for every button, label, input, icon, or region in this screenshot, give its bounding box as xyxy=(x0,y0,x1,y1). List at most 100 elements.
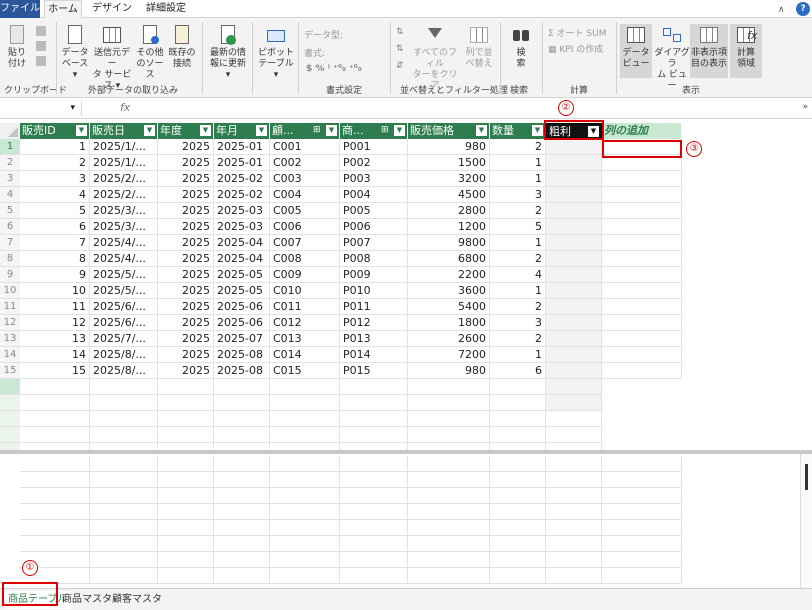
table-cell[interactable]: 2025 xyxy=(158,139,214,155)
table-cell[interactable] xyxy=(20,411,90,427)
table-cell[interactable] xyxy=(546,251,602,267)
table-cell[interactable] xyxy=(602,347,682,363)
col-header-sales-id[interactable]: 販売ID ▼ xyxy=(20,123,90,139)
table-cell[interactable]: 2025-08 xyxy=(214,347,270,363)
calc-area-cell[interactable] xyxy=(340,456,408,472)
col-header-year[interactable]: 年度 ▼ xyxy=(158,123,214,139)
row-header[interactable]: 6 xyxy=(0,219,20,235)
table-cell[interactable]: 2025 xyxy=(158,251,214,267)
table-cell[interactable] xyxy=(90,427,158,443)
calc-area-cell[interactable] xyxy=(546,456,602,472)
table-cell[interactable] xyxy=(214,395,270,411)
table-cell[interactable]: 2025 xyxy=(158,203,214,219)
table-cell[interactable]: P003 xyxy=(340,171,408,187)
calc-area-cell[interactable] xyxy=(214,456,270,472)
table-cell[interactable]: 11 xyxy=(20,299,90,315)
table-cell[interactable] xyxy=(158,427,214,443)
calc-area-cell[interactable] xyxy=(546,472,602,488)
table-cell[interactable]: 2025-05 xyxy=(214,267,270,283)
table-cell[interactable] xyxy=(602,251,682,267)
calc-area-cell[interactable] xyxy=(270,456,340,472)
calc-area-cell[interactable] xyxy=(90,456,158,472)
calc-area-cell[interactable] xyxy=(214,552,270,568)
table-cell[interactable]: C012 xyxy=(270,315,340,331)
calc-area-cell[interactable] xyxy=(340,472,408,488)
filter-dropdown-icon[interactable]: ▼ xyxy=(326,125,337,136)
calc-area-cell[interactable] xyxy=(270,472,340,488)
table-cell[interactable] xyxy=(214,379,270,395)
sort-ascending-icon[interactable]: ⇅ xyxy=(396,24,408,41)
col-header-price[interactable]: 販売価格 ▼ xyxy=(408,123,490,139)
name-box-dropdown-icon[interactable]: ▾ xyxy=(70,103,75,113)
table-cell[interactable]: 2 xyxy=(490,139,546,155)
calc-area-cell[interactable] xyxy=(20,472,90,488)
table-cell[interactable]: 2025-05 xyxy=(214,283,270,299)
calc-area-cell[interactable] xyxy=(270,552,340,568)
table-cell[interactable] xyxy=(546,331,602,347)
table-cell[interactable]: 1 xyxy=(20,139,90,155)
table-cell[interactable]: 2025-07 xyxy=(214,331,270,347)
row-header[interactable] xyxy=(0,427,20,443)
table-cell[interactable]: C001 xyxy=(270,139,340,155)
table-cell[interactable] xyxy=(546,363,602,379)
row-header[interactable]: 7 xyxy=(0,235,20,251)
table-cell[interactable]: 13 xyxy=(20,331,90,347)
expand-formula-icon[interactable]: » xyxy=(802,102,808,112)
calc-area-cell[interactable] xyxy=(90,520,158,536)
calc-area-cell[interactable] xyxy=(90,536,158,552)
existing-connections-button[interactable]: 既存の 接続 xyxy=(166,24,198,70)
calc-area-cell[interactable] xyxy=(270,536,340,552)
table-cell[interactable]: C013 xyxy=(270,331,340,347)
table-cell[interactable]: 2025/3/... xyxy=(90,203,158,219)
calc-area-cell[interactable] xyxy=(158,536,214,552)
calc-area-cell[interactable] xyxy=(214,488,270,504)
table-cell[interactable] xyxy=(602,331,682,347)
table-cell[interactable]: 2025 xyxy=(158,315,214,331)
table-cell[interactable] xyxy=(602,283,682,299)
calc-area-cell[interactable] xyxy=(602,520,682,536)
table-cell[interactable] xyxy=(546,235,602,251)
table-cell[interactable]: 6800 xyxy=(408,251,490,267)
table-cell[interactable]: P005 xyxy=(340,203,408,219)
table-cell[interactable]: 2025/4/... xyxy=(90,235,158,251)
calculation-area-button[interactable]: fx 計算 領域 xyxy=(730,24,762,78)
table-cell[interactable]: 1 xyxy=(490,171,546,187)
table-cell[interactable]: 2025 xyxy=(158,235,214,251)
table-cell[interactable]: 2 xyxy=(20,155,90,171)
table-cell[interactable] xyxy=(602,395,682,411)
calc-area-cell[interactable] xyxy=(408,520,490,536)
copy-icon[interactable] xyxy=(36,41,46,51)
table-cell[interactable] xyxy=(546,411,602,427)
table-cell[interactable]: C007 xyxy=(270,235,340,251)
table-cell[interactable] xyxy=(546,139,602,155)
calc-area-cell[interactable] xyxy=(602,488,682,504)
table-cell[interactable]: 2025 xyxy=(158,363,214,379)
table-cell[interactable]: 2025-03 xyxy=(214,219,270,235)
calc-area-cell[interactable] xyxy=(546,568,602,584)
row-header[interactable] xyxy=(0,395,20,411)
table-cell[interactable]: 6 xyxy=(490,363,546,379)
diagram-view-button[interactable]: ダイアグラ ム ビュー xyxy=(654,24,690,92)
clear-all-filters-button[interactable]: すべてのフィル ターをクリア xyxy=(410,24,460,92)
table-cell[interactable]: 2025 xyxy=(158,187,214,203)
row-header[interactable]: 8 xyxy=(0,251,20,267)
table-cell[interactable]: C005 xyxy=(270,203,340,219)
table-cell[interactable] xyxy=(546,203,602,219)
table-cell[interactable] xyxy=(602,315,682,331)
table-cell[interactable]: 2025/6/... xyxy=(90,315,158,331)
sort-descending-icon[interactable]: ⇅ xyxy=(396,41,408,58)
table-cell[interactable]: 2025/1/... xyxy=(90,139,158,155)
row-header[interactable] xyxy=(0,411,20,427)
table-cell[interactable] xyxy=(602,427,682,443)
table-cell[interactable]: 9800 xyxy=(408,235,490,251)
table-cell[interactable]: P004 xyxy=(340,187,408,203)
table-cell[interactable]: 2025/1/... xyxy=(90,155,158,171)
select-all-corner[interactable] xyxy=(0,123,20,139)
table-cell[interactable]: 2025-06 xyxy=(214,299,270,315)
calc-area-cell[interactable] xyxy=(158,504,214,520)
table-cell[interactable]: 2025-02 xyxy=(214,187,270,203)
table-cell[interactable]: 4500 xyxy=(408,187,490,203)
cut-icon[interactable] xyxy=(36,26,46,36)
calc-area-cell[interactable] xyxy=(270,568,340,584)
table-cell[interactable]: 2025-08 xyxy=(214,363,270,379)
